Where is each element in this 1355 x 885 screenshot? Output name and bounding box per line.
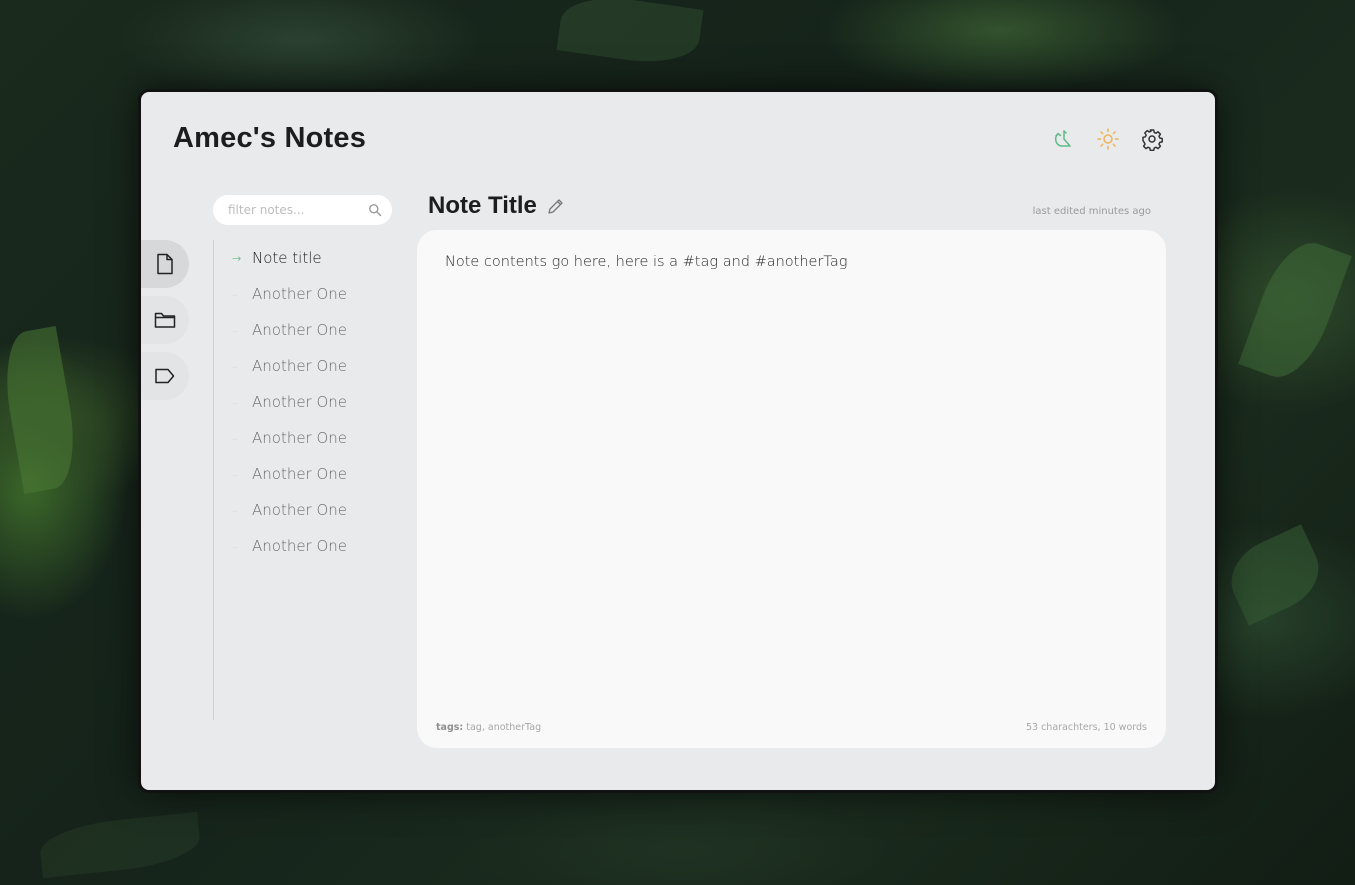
- background-leaf: [1219, 524, 1331, 626]
- file-icon: [157, 253, 173, 275]
- app-title: Amec's Notes: [173, 122, 367, 154]
- note-title-row: Note Title: [428, 192, 564, 220]
- note-list-item[interactable]: – Another One: [214, 492, 394, 528]
- note-list-item-title: Another One: [252, 285, 348, 303]
- background-leaf: [37, 811, 203, 879]
- note-title[interactable]: Note Title: [428, 192, 537, 220]
- tags-label: tags:: [436, 722, 464, 733]
- note-list-item[interactable]: – Another One: [214, 528, 394, 564]
- tags-value: tag, anotherTag: [466, 722, 542, 733]
- background-leaf: [556, 0, 704, 70]
- sidebar-tabs: [141, 240, 189, 408]
- note-tags: tags: tag, anotherTag: [436, 722, 541, 733]
- dash-icon: –: [232, 359, 238, 373]
- dash-icon: –: [232, 323, 238, 337]
- search-icon[interactable]: [368, 203, 382, 217]
- note-list-item[interactable]: – Another One: [214, 276, 394, 312]
- dash-icon: –: [232, 539, 238, 553]
- background-leaf: [1238, 232, 1352, 388]
- dash-icon: –: [232, 395, 238, 409]
- background-leaf: [0, 326, 84, 494]
- arrow-right-icon: →: [232, 251, 242, 265]
- tab-notes[interactable]: [141, 240, 189, 288]
- note-list-item[interactable]: – Another One: [214, 420, 394, 456]
- last-edited-timestamp: last edited minutes ago: [1032, 206, 1151, 217]
- note-list-item[interactable]: – Another One: [214, 384, 394, 420]
- note-list-item-title: Another One: [252, 393, 348, 411]
- gear-icon[interactable]: [1139, 126, 1165, 152]
- note-list: → Note title – Another One – Another One – A…: [213, 240, 394, 720]
- sync-icon[interactable]: [1051, 126, 1077, 152]
- dash-icon: –: [232, 503, 238, 517]
- note-list-item[interactable]: – Another One: [214, 348, 394, 384]
- note-list-item-title: Another One: [252, 321, 348, 339]
- note-list-item-title: Another One: [252, 465, 348, 483]
- note-editor[interactable]: Note contents go here, here is a #tag an…: [417, 230, 1166, 748]
- note-list-item-title: Another One: [252, 501, 348, 519]
- sun-icon[interactable]: [1095, 126, 1121, 152]
- tag-icon: [155, 368, 175, 384]
- note-list-item-title: Note title: [252, 249, 322, 267]
- filter-notes-input[interactable]: [226, 202, 364, 218]
- tab-folders[interactable]: [141, 296, 189, 344]
- note-content[interactable]: Note contents go here, here is a #tag an…: [445, 254, 1138, 270]
- note-list-item-title: Another One: [252, 537, 348, 555]
- note-stats: 53 charachters, 10 words: [1025, 722, 1147, 733]
- note-list-item[interactable]: – Another One: [214, 456, 394, 492]
- dash-icon: –: [232, 431, 238, 445]
- header-actions: [1051, 126, 1165, 152]
- note-list-item-title: Another One: [252, 429, 348, 447]
- note-list-item-title: Another One: [252, 357, 348, 375]
- search-box: [213, 195, 392, 225]
- tab-tags[interactable]: [141, 352, 189, 400]
- folder-icon: [154, 312, 176, 328]
- notes-window: Amec's Notes filter notes... → Note titl…: [141, 92, 1215, 790]
- pencil-icon[interactable]: [547, 198, 564, 215]
- note-list-item[interactable]: – Another One: [214, 312, 394, 348]
- dash-icon: –: [232, 467, 238, 481]
- note-list-item[interactable]: → Note title: [214, 240, 394, 276]
- dash-icon: –: [232, 287, 238, 301]
